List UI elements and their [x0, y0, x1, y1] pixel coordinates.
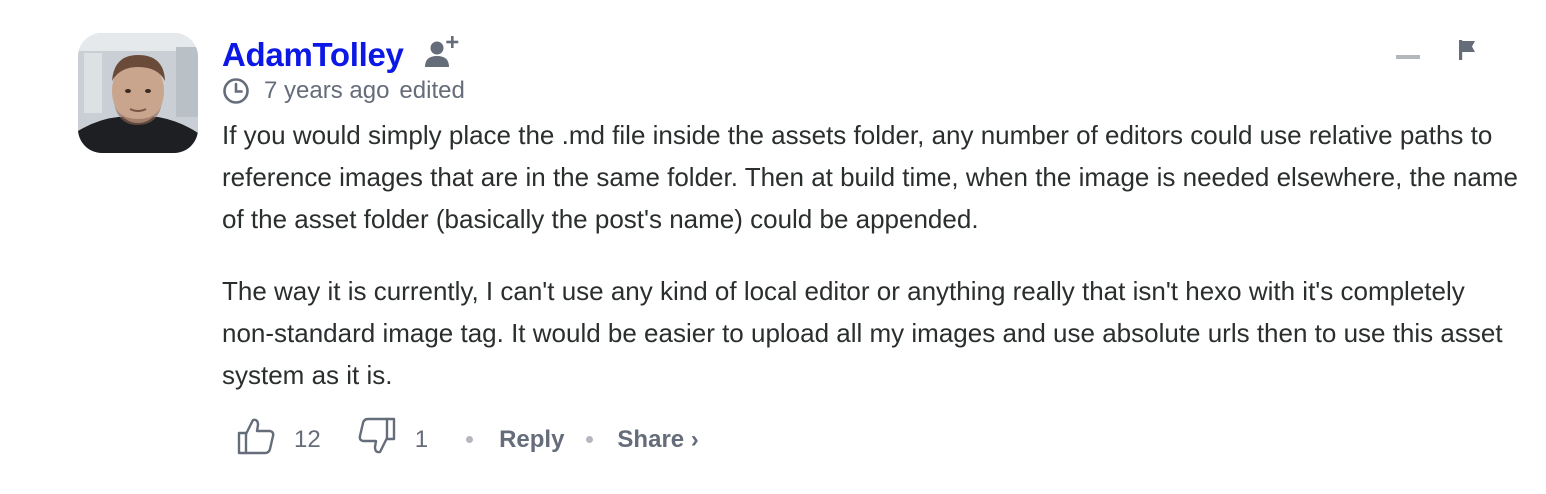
- comment-text: If you would simply place the .md file i…: [222, 114, 1522, 396]
- upvote-button[interactable]: 12: [236, 416, 321, 463]
- comment-body: AdamTolley 7 years ago edited If you wou…: [222, 30, 1522, 396]
- author-name[interactable]: AdamTolley: [222, 36, 404, 74]
- comment-controls: [1396, 38, 1478, 62]
- avatar[interactable]: [78, 33, 198, 153]
- clock-icon: [222, 77, 250, 105]
- reply-button[interactable]: Reply: [499, 426, 564, 454]
- avatar-image: [78, 33, 198, 153]
- edited-label: edited: [399, 77, 465, 104]
- comment-meta: 7 years ago edited: [222, 76, 1522, 106]
- downvote-count: 1: [414, 425, 429, 453]
- comment-paragraph: The way it is currently, I can't use any…: [222, 276, 1503, 390]
- add-user-icon[interactable]: [424, 34, 460, 70]
- comment-header: AdamTolley: [222, 30, 1522, 80]
- separator-dot: [586, 436, 594, 443]
- flag-icon[interactable]: [1458, 38, 1478, 62]
- comment-paragraph: If you would simply place the .md file i…: [222, 120, 1518, 234]
- share-button[interactable]: Share ›: [617, 426, 698, 454]
- comment: AdamTolley 7 years ago edited If you wou…: [0, 0, 1546, 494]
- thumbs-up-icon: [236, 416, 276, 463]
- upvote-count: 12: [294, 425, 321, 453]
- downvote-button[interactable]: 1: [357, 416, 428, 463]
- minus-icon[interactable]: [1396, 55, 1420, 59]
- thumbs-down-icon: [357, 416, 397, 463]
- timestamp-link[interactable]: 7 years ago: [264, 77, 389, 105]
- separator-dot: [466, 436, 474, 443]
- comment-actions: 12 1 Reply Share ›: [236, 416, 699, 463]
